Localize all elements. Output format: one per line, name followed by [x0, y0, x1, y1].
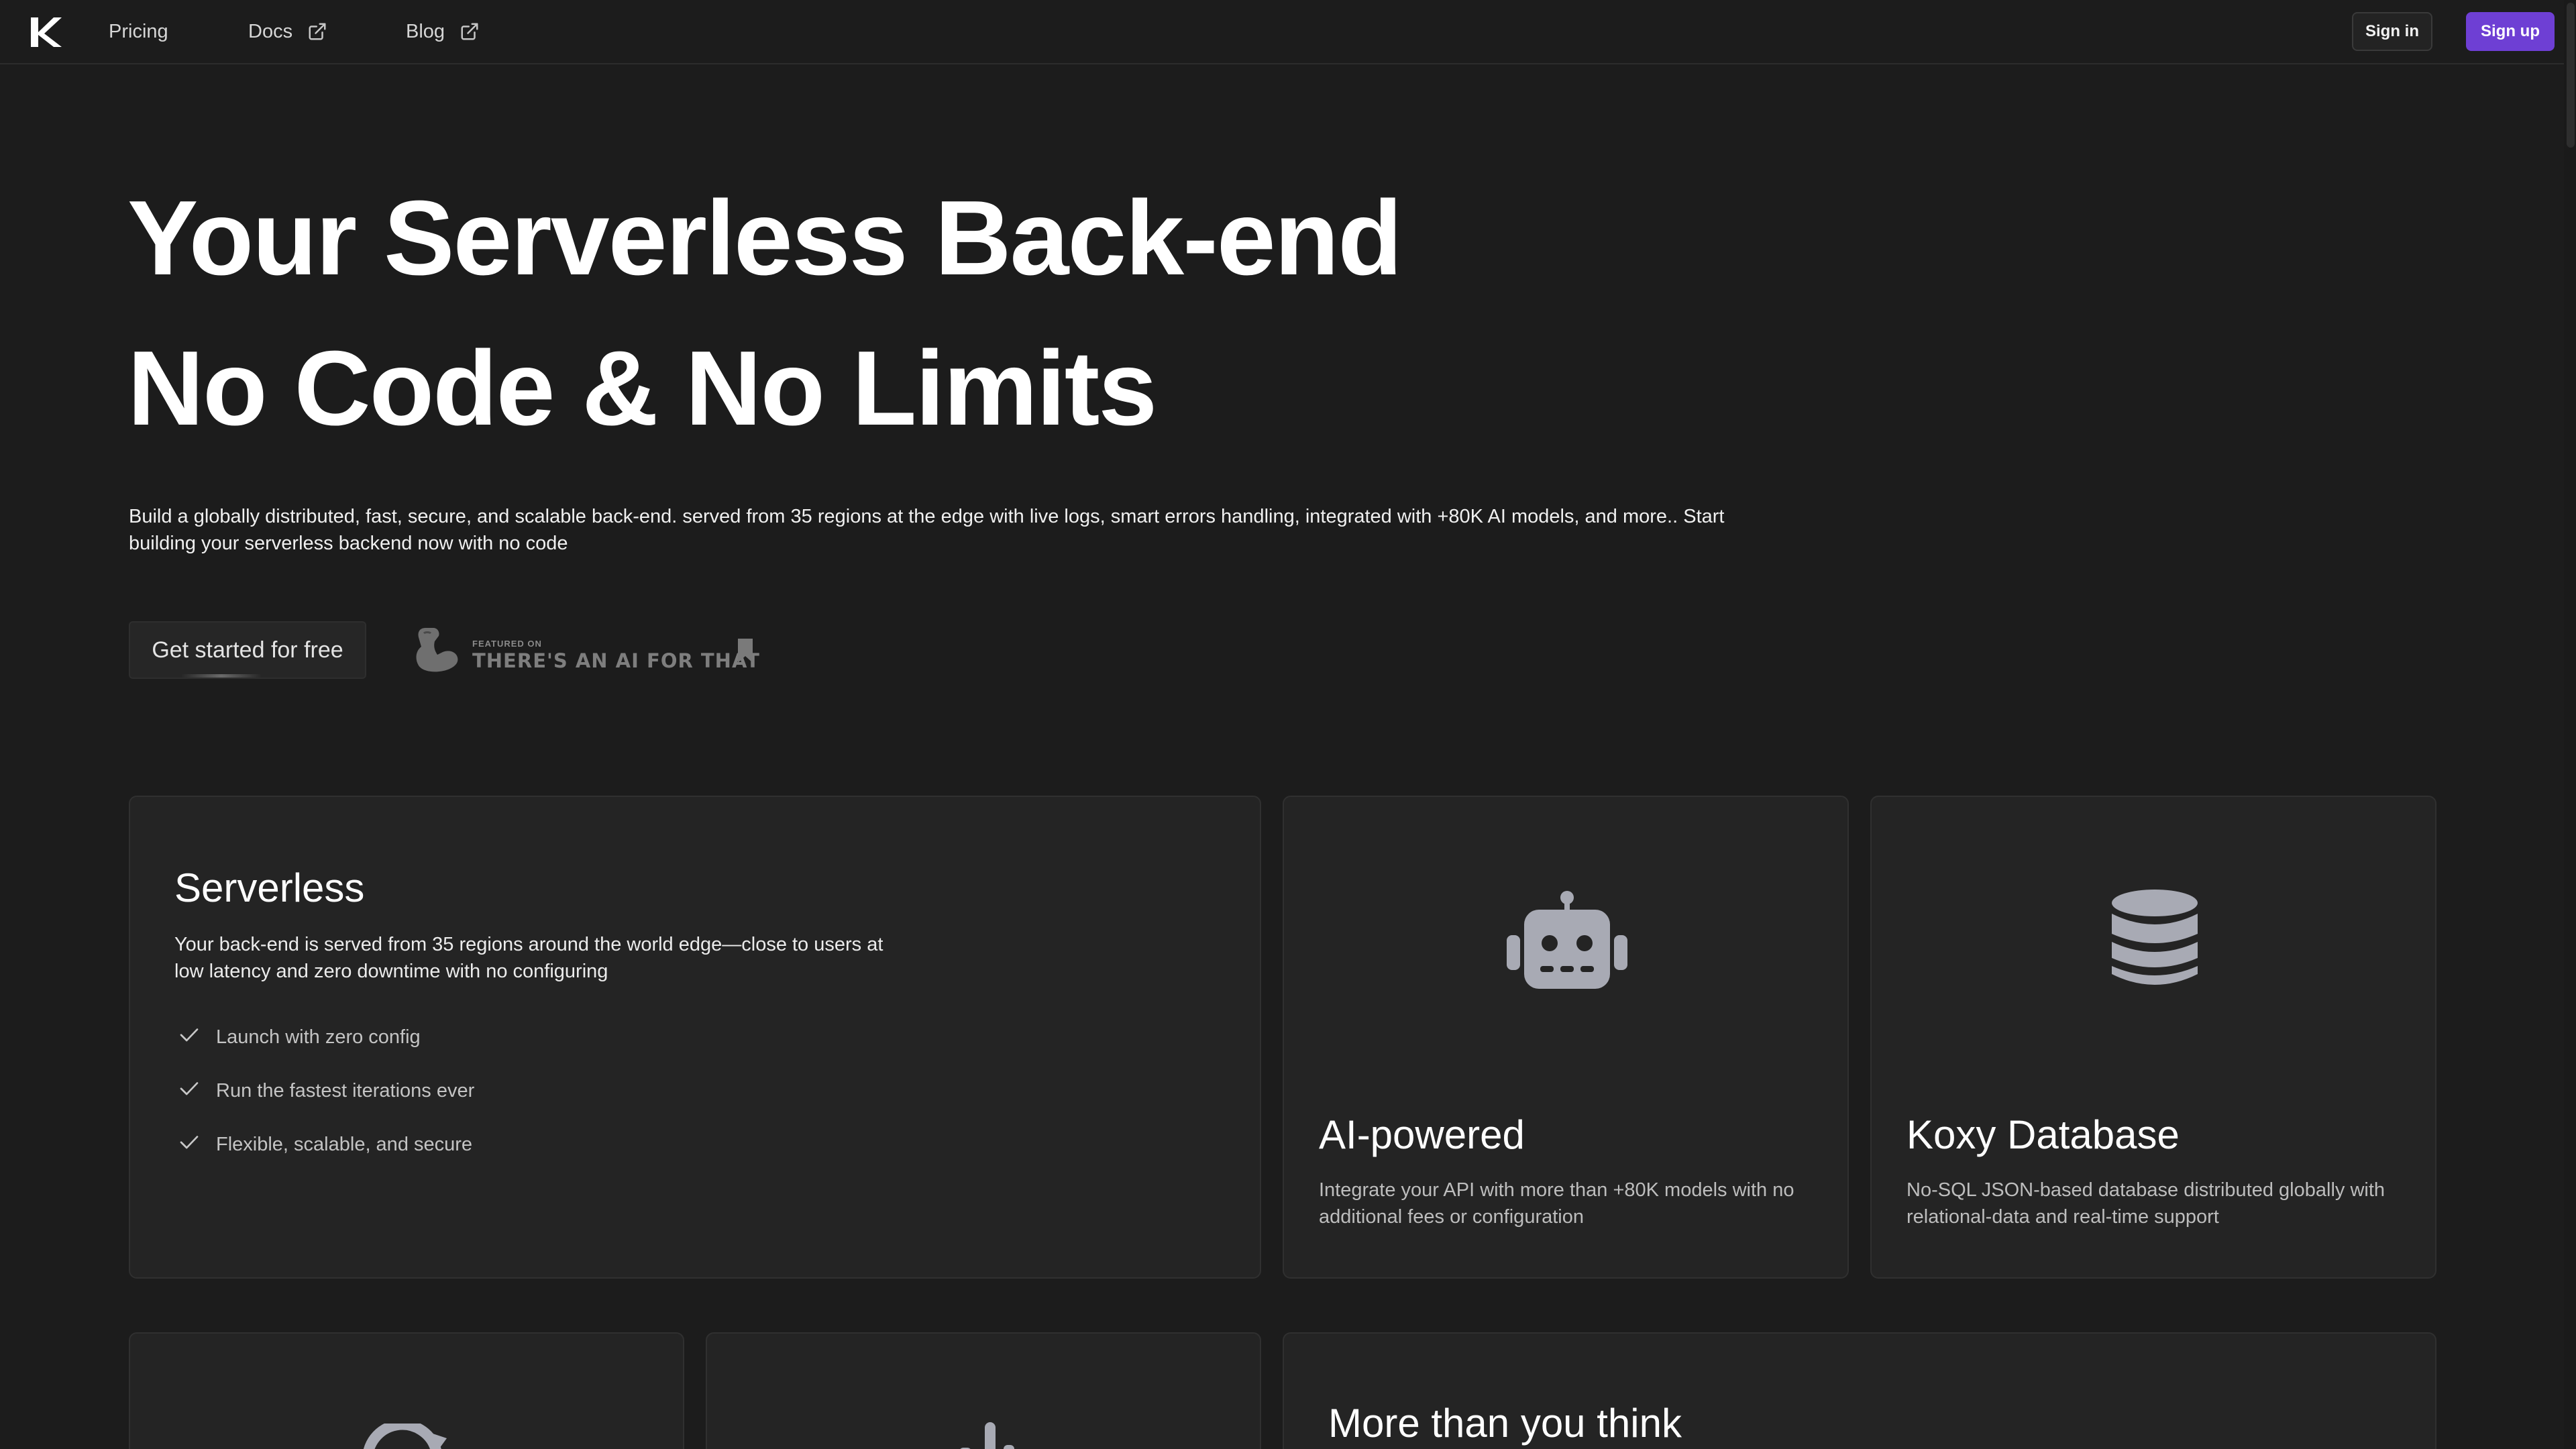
hero-title-line-2: No Code & No Limits — [127, 329, 1157, 447]
koxy-database-card-description: No-SQL JSON-based database distributed g… — [1907, 1179, 2385, 1228]
get-started-button[interactable]: Get started for free — [129, 621, 366, 679]
feature-label: Run the fastest iterations ever — [216, 1079, 475, 1102]
feature-card-bottom-1 — [129, 1332, 684, 1449]
flexed-arm-icon — [411, 624, 462, 678]
feature-item: Flexible, scalable, and secure — [177, 1130, 472, 1159]
scrollbar-thumb[interactable] — [2567, 3, 2575, 148]
cta-glow-accent — [181, 674, 262, 678]
page-scrollbar[interactable] — [2564, 0, 2576, 1449]
nav-link-blog[interactable]: Blog — [406, 0, 480, 63]
feature-label: Launch with zero config — [216, 1026, 421, 1048]
checkmark-icon — [177, 1130, 201, 1159]
nav-link-blog-label: Blog — [406, 21, 445, 42]
checkmark-icon — [177, 1076, 201, 1106]
bookmark-icon — [737, 637, 754, 667]
koxy-database-card: Koxy Database No-SQL JSON-based database… — [1870, 796, 2436, 1279]
serverless-card-title: Serverless — [174, 865, 365, 910]
database-icon — [2110, 888, 2199, 992]
nav-link-docs-label: Docs — [248, 21, 293, 42]
checkmark-icon — [177, 1022, 201, 1052]
nav-link-docs[interactable]: Docs — [248, 0, 327, 63]
serverless-card: Serverless Your back-end is served from … — [129, 796, 1261, 1279]
feature-item: Launch with zero config — [177, 1022, 421, 1052]
pointer-hand-icon — [946, 1421, 1020, 1449]
robot-icon — [1505, 890, 1629, 994]
sign-in-button[interactable]: Sign in — [2352, 12, 2432, 51]
refresh-icon — [356, 1419, 449, 1449]
serverless-card-description: Your back-end is served from 35 regions … — [174, 934, 883, 982]
koxy-logo[interactable] — [30, 16, 63, 48]
hero-title-line-1: Your Serverless Back-end — [127, 179, 1403, 297]
external-link-icon — [307, 21, 327, 42]
more-card-title: More than you think — [1328, 1401, 1682, 1446]
ai-powered-card: AI-powered Integrate your API with more … — [1283, 796, 1849, 1279]
sign-up-button[interactable]: Sign up — [2466, 12, 2555, 51]
koxy-database-card-title: Koxy Database — [1907, 1112, 2180, 1157]
nav-link-pricing[interactable]: Pricing — [109, 0, 168, 63]
feature-item: Run the fastest iterations ever — [177, 1076, 474, 1106]
top-nav: Pricing Docs Blog Sign in Sign up — [0, 0, 2564, 64]
hero-description: Build a globally distributed, fast, secu… — [129, 506, 1725, 554]
ai-powered-card-title: AI-powered — [1319, 1112, 1525, 1157]
featured-on-label: FEATURED ON — [472, 639, 542, 649]
featured-site-name: THERE'S AN AI FOR THAT — [472, 649, 760, 672]
featured-on-badge[interactable]: FEATURED ON THERE'S AN AI FOR THAT — [411, 624, 759, 675]
external-link-icon — [460, 21, 480, 42]
ai-powered-card-description: Integrate your API with more than +80K m… — [1319, 1179, 1794, 1228]
nav-link-pricing-label: Pricing — [109, 21, 168, 42]
more-than-you-think-card: More than you think — [1283, 1332, 2436, 1449]
page: Pricing Docs Blog Sign in Sign up Your S… — [0, 0, 2576, 1449]
feature-card-bottom-2 — [706, 1332, 1261, 1449]
feature-label: Flexible, scalable, and secure — [216, 1133, 473, 1155]
